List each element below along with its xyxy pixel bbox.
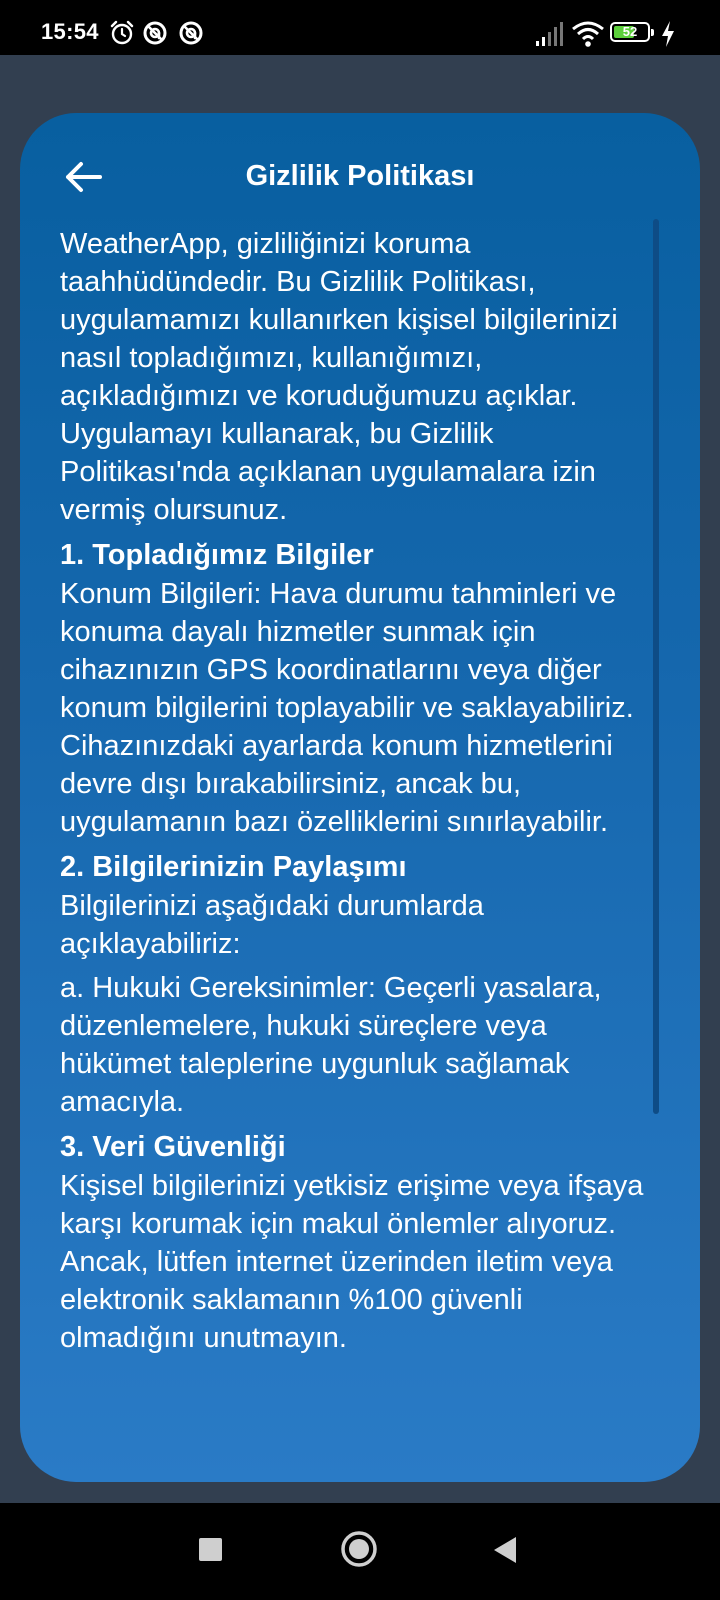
home-circle-icon[interactable] (340, 1530, 378, 1568)
status-bar: 15:54 52 (0, 0, 720, 55)
navigation-bar (0, 1503, 720, 1600)
section-paragraph: Bilgilerinizi aşağıdaki durumlarda açıkl… (60, 890, 484, 960)
list-item: a. Hukuki Gereksinimler: Geçerli yasalar… (60, 972, 602, 1118)
notification-icon (143, 21, 167, 45)
status-time: 15:54 (41, 19, 99, 44)
recents-square-icon[interactable] (199, 1538, 222, 1561)
signal-icon (536, 22, 563, 46)
section-paragraph: Kişisel bilgilerinizi yetkisiz erişime v… (60, 1170, 644, 1354)
back-triangle-icon[interactable] (492, 1535, 518, 1565)
page-title: Gizlilik Politikası (245, 160, 475, 192)
section-heading: 1. Topladığımız Bilgiler (60, 539, 374, 571)
intro-paragraph: WeatherApp, gizliliğinizi koruma taahhüd… (60, 228, 618, 526)
privacy-policy-card: Gizlilik Politikası WeatherApp, gizliliğ… (20, 113, 700, 1482)
alarm-icon (110, 20, 134, 45)
section-heading: 2. Bilgilerinizin Paylaşımı (60, 851, 407, 883)
notification-icon (179, 21, 203, 45)
section-heading: 3. Veri Güvenliği (60, 1131, 286, 1163)
battery-level: 52 (622, 24, 638, 39)
policy-content[interactable]: WeatherApp, gizliliğinizi koruma taahhüd… (60, 225, 660, 1357)
wifi-icon (572, 21, 604, 47)
section-paragraph: Konum Bilgileri: Hava durumu tahminleri … (60, 578, 634, 838)
battery-icon: 52 (610, 22, 654, 42)
charging-icon (662, 21, 674, 47)
scrollbar[interactable] (653, 219, 659, 1114)
